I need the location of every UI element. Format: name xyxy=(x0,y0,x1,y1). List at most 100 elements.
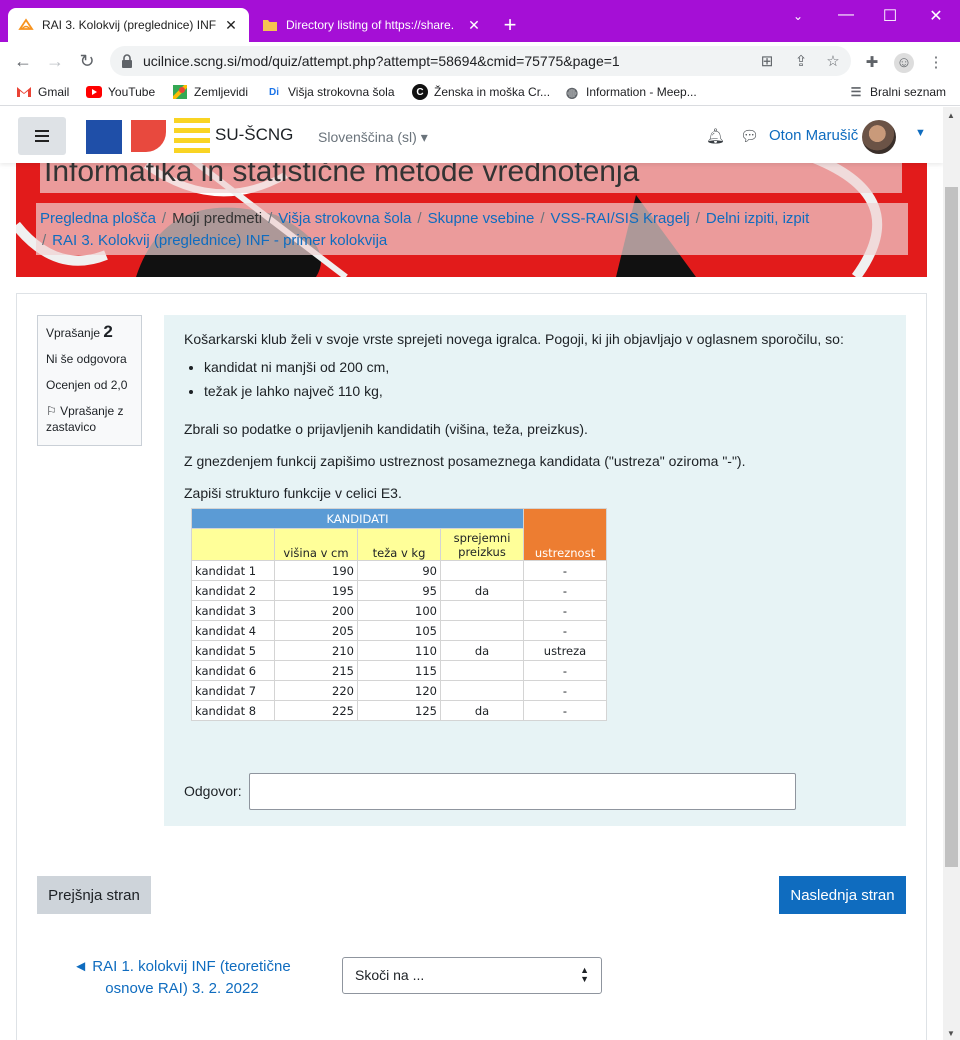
address-bar[interactable]: ucilnice.scng.si/mod/quiz/attempt.php?at… xyxy=(110,46,851,76)
page-viewport: SU-ŠCNG Slovenščina (sl) ▾ 🔔︎ 💬︎ Oton Ma… xyxy=(0,107,943,1040)
caret-down-icon: ▾ xyxy=(420,129,428,145)
minimize-icon[interactable]: — xyxy=(836,6,856,24)
list-item: težak je lahko največ 110 kg, xyxy=(204,379,886,403)
scroll-up-icon[interactable]: ▲ xyxy=(947,111,955,120)
school-icon: Di xyxy=(269,86,279,98)
breadcrumb-my-courses: Moji predmeti xyxy=(172,210,263,227)
tab-close-icon[interactable]: ✕ xyxy=(223,17,239,34)
gmail-icon xyxy=(16,84,32,100)
table-row: kandidat 6 215 115- xyxy=(191,660,607,681)
folder-icon xyxy=(262,17,278,33)
scroll-down-icon[interactable]: ▼ xyxy=(947,1029,955,1038)
breadcrumb-section[interactable]: Delni izpiti, izpit xyxy=(706,210,809,227)
translate-icon[interactable]: ⊞ xyxy=(758,53,776,71)
chat-bubble-icon[interactable]: 💬︎ xyxy=(740,127,759,145)
hamburger-menu-button[interactable] xyxy=(18,117,66,155)
moodle-favicon-icon xyxy=(18,17,34,33)
bookmark-youtube[interactable]: YouTube xyxy=(86,84,155,100)
share-icon[interactable]: ⇪ xyxy=(792,53,810,71)
quiz-region: Vprašanje 2 Ni še odgovora Ocenjen od 2,… xyxy=(16,293,927,1040)
question-paragraph: Zapiši strukturo funkcije v celici E3. xyxy=(184,485,402,501)
breadcrumb: Pregledna plošča / Moji predmeti / Višja str… xyxy=(36,203,908,255)
spreadsheet-image: KANDIDATI ustreznost višina v cm teža v … xyxy=(191,508,607,721)
table-row: kandidat 4 205 105- xyxy=(191,620,607,641)
forward-arrow-icon[interactable]: → xyxy=(44,50,66,72)
page-scrollbar[interactable]: ▲ ▼ xyxy=(943,107,960,1040)
tab-close-icon[interactable]: ✕ xyxy=(466,17,482,34)
page-title: Informatika in statistične metode vredno… xyxy=(40,163,902,193)
question-paragraph: Z gnezdenjem funkcij zapišimo ustreznost… xyxy=(184,453,746,469)
back-arrow-icon[interactable]: ← xyxy=(12,50,34,72)
close-window-icon[interactable]: ✕ xyxy=(926,6,946,26)
new-tab-button[interactable]: + xyxy=(500,14,520,36)
tab-title: RAI 3. Kolokvij (preglednice) INF xyxy=(42,18,217,32)
star-bookmark-icon[interactable]: ☆ xyxy=(824,53,842,71)
sheet-header: teža v kg xyxy=(357,528,441,561)
breadcrumb-school[interactable]: Višja strokovna šola xyxy=(278,210,411,227)
question-paragraph: Zbrali so podatke o prijavljenih kandida… xyxy=(184,421,588,437)
table-row: kandidat 2 195 95 da - xyxy=(191,580,607,601)
bookmark-maps[interactable]: Zemljevidi xyxy=(172,84,248,100)
previous-activity-link[interactable]: ◄ RAI 1. kolokvij INF (teoretične osnove… xyxy=(57,956,307,1000)
scrollbar-thumb[interactable] xyxy=(945,187,958,867)
question-number: 2 xyxy=(103,322,113,341)
tab-title: Directory listing of https://share. xyxy=(286,18,455,32)
tab-search-chevron-icon[interactable]: ⌄ xyxy=(788,9,808,23)
breadcrumb-course[interactable]: VSS-RAI/SIS Kragelj xyxy=(551,210,690,227)
jump-to-select[interactable]: Skoči na ... ▲ ▼ xyxy=(342,957,602,994)
site-navbar: SU-ŠCNG Slovenščina (sl) ▾ 🔔︎ 💬︎ Oton Ma… xyxy=(0,107,943,163)
select-arrows-icon: ▲ ▼ xyxy=(580,965,589,984)
table-row: kandidat 8 225 125 da - xyxy=(191,700,607,721)
site-logo xyxy=(86,118,210,154)
flag-question[interactable]: ⚐ Vprašanje z zastavico xyxy=(46,403,133,435)
tab-active[interactable]: RAI 3. Kolokvij (preglednice) INF ✕ xyxy=(8,8,249,42)
question-intro: Košarkarski klub želi v svoje vrste spre… xyxy=(184,331,844,347)
course-header: Informatika in statistične metode vredno… xyxy=(16,155,927,277)
flag-icon: ⚐ xyxy=(46,404,57,418)
breadcrumb-dashboard[interactable]: Pregledna plošča xyxy=(40,210,156,227)
maps-icon xyxy=(172,84,188,100)
bookmarks-bar: Gmail YouTube Zemljevidi Di Višja stroko… xyxy=(0,80,960,106)
reading-list-icon: ☰ xyxy=(850,85,862,99)
bookmark-school[interactable]: Di Višja strokovna šola xyxy=(266,84,395,100)
breadcrumb-shared[interactable]: Skupne vsebine xyxy=(428,210,535,227)
url-text: ucilnice.scng.si/mod/quiz/attempt.php?at… xyxy=(143,53,620,69)
sheet-header: sprejemni preizkus xyxy=(440,528,524,561)
browser-toolbar: ← → ↻ ucilnice.scng.si/mod/quiz/attempt.… xyxy=(0,42,960,80)
table-row: kandidat 7 220 120- xyxy=(191,680,607,701)
language-menu[interactable]: Slovenščina (sl) ▾ xyxy=(318,129,428,146)
bookmark-information[interactable]: ◍ Information - Meep... xyxy=(564,84,697,100)
user-menu-caret-icon[interactable]: ▼ xyxy=(915,127,926,139)
list-item: kandidat ni manjši od 200 cm, xyxy=(204,355,886,379)
answer-input[interactable] xyxy=(249,773,796,810)
previous-page-button[interactable]: Prejšnja stran xyxy=(37,876,151,914)
c-icon: C xyxy=(412,84,428,100)
reload-icon[interactable]: ↻ xyxy=(76,50,98,72)
bookmark-gmail[interactable]: Gmail xyxy=(16,84,69,100)
next-page-button[interactable]: Naslednja stran xyxy=(779,876,906,914)
bell-icon[interactable]: 🔔︎ xyxy=(706,127,725,145)
profile-avatar-icon[interactable]: ☺ xyxy=(894,53,914,73)
extensions-puzzle-icon[interactable]: ✚ xyxy=(862,53,882,73)
user-name[interactable]: Oton Marušič xyxy=(769,127,858,144)
question-info: Vprašanje 2 Ni še odgovora Ocenjen od 2,… xyxy=(37,315,142,446)
youtube-icon xyxy=(86,84,102,100)
menu-kebab-icon[interactable]: ⋮ xyxy=(926,53,946,73)
reading-list[interactable]: ☰ Bralni seznam xyxy=(848,84,946,100)
brand-name: SU-ŠCNG xyxy=(215,125,294,144)
question-status: Ni še odgovora xyxy=(46,352,127,366)
breadcrumb-quiz[interactable]: RAI 3. Kolokvij (preglednice) INF - prim… xyxy=(52,232,387,249)
question-label: Vprašanje xyxy=(46,326,101,340)
table-row: kandidat 1 190 90- xyxy=(191,560,607,581)
sheet-header: višina v cm xyxy=(274,528,358,561)
avatar[interactable] xyxy=(862,120,896,154)
table-row: kandidat 5 210 110 da ustreza xyxy=(191,640,607,661)
bookmark-c[interactable]: C Ženska in moška Cr... xyxy=(412,84,550,100)
lock-icon xyxy=(122,54,132,68)
maximize-icon[interactable]: ☐ xyxy=(880,6,900,26)
table-row: kandidat 3 200 100- xyxy=(191,600,607,621)
globe-icon: ◍ xyxy=(565,83,579,100)
tab-inactive[interactable]: Directory listing of https://share. ✕ xyxy=(252,8,492,42)
sheet-title: KANDIDATI xyxy=(191,508,524,529)
question-content: Košarkarski klub želi v svoje vrste spre… xyxy=(164,315,906,826)
